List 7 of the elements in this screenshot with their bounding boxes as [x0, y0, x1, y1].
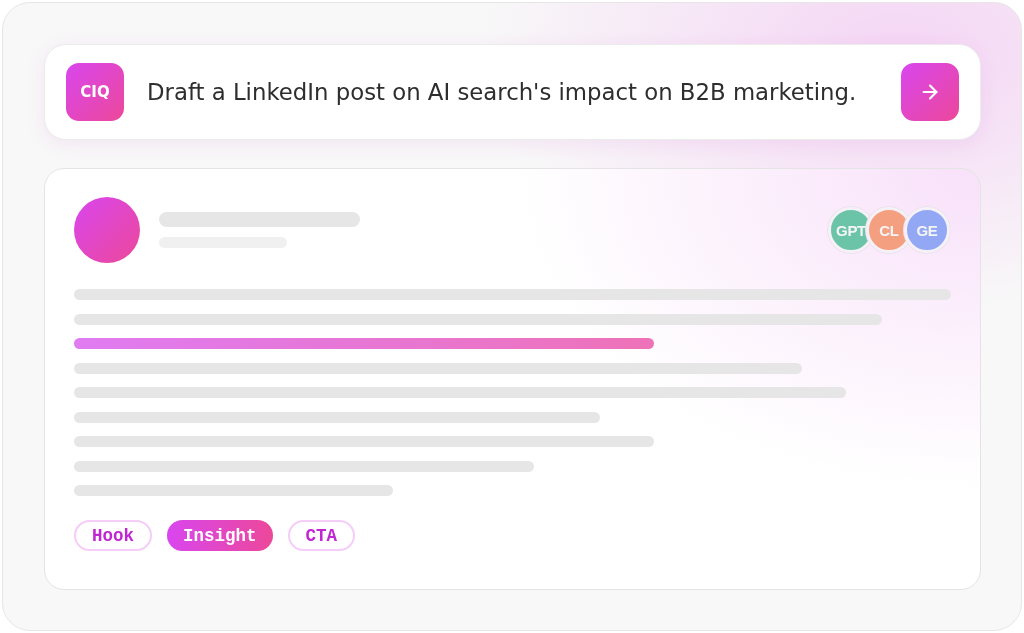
model-badge: GE [904, 207, 950, 253]
prompt-text: Draft a LinkedIn post on AI search's impact on B2B marketing. [147, 79, 858, 105]
section-tag[interactable]: Hook [74, 520, 152, 551]
section-tag[interactable]: CTA [287, 520, 356, 551]
section-tag[interactable]: Insight [167, 520, 273, 551]
logo: CIQ [66, 63, 124, 121]
send-button[interactable] [901, 63, 959, 121]
